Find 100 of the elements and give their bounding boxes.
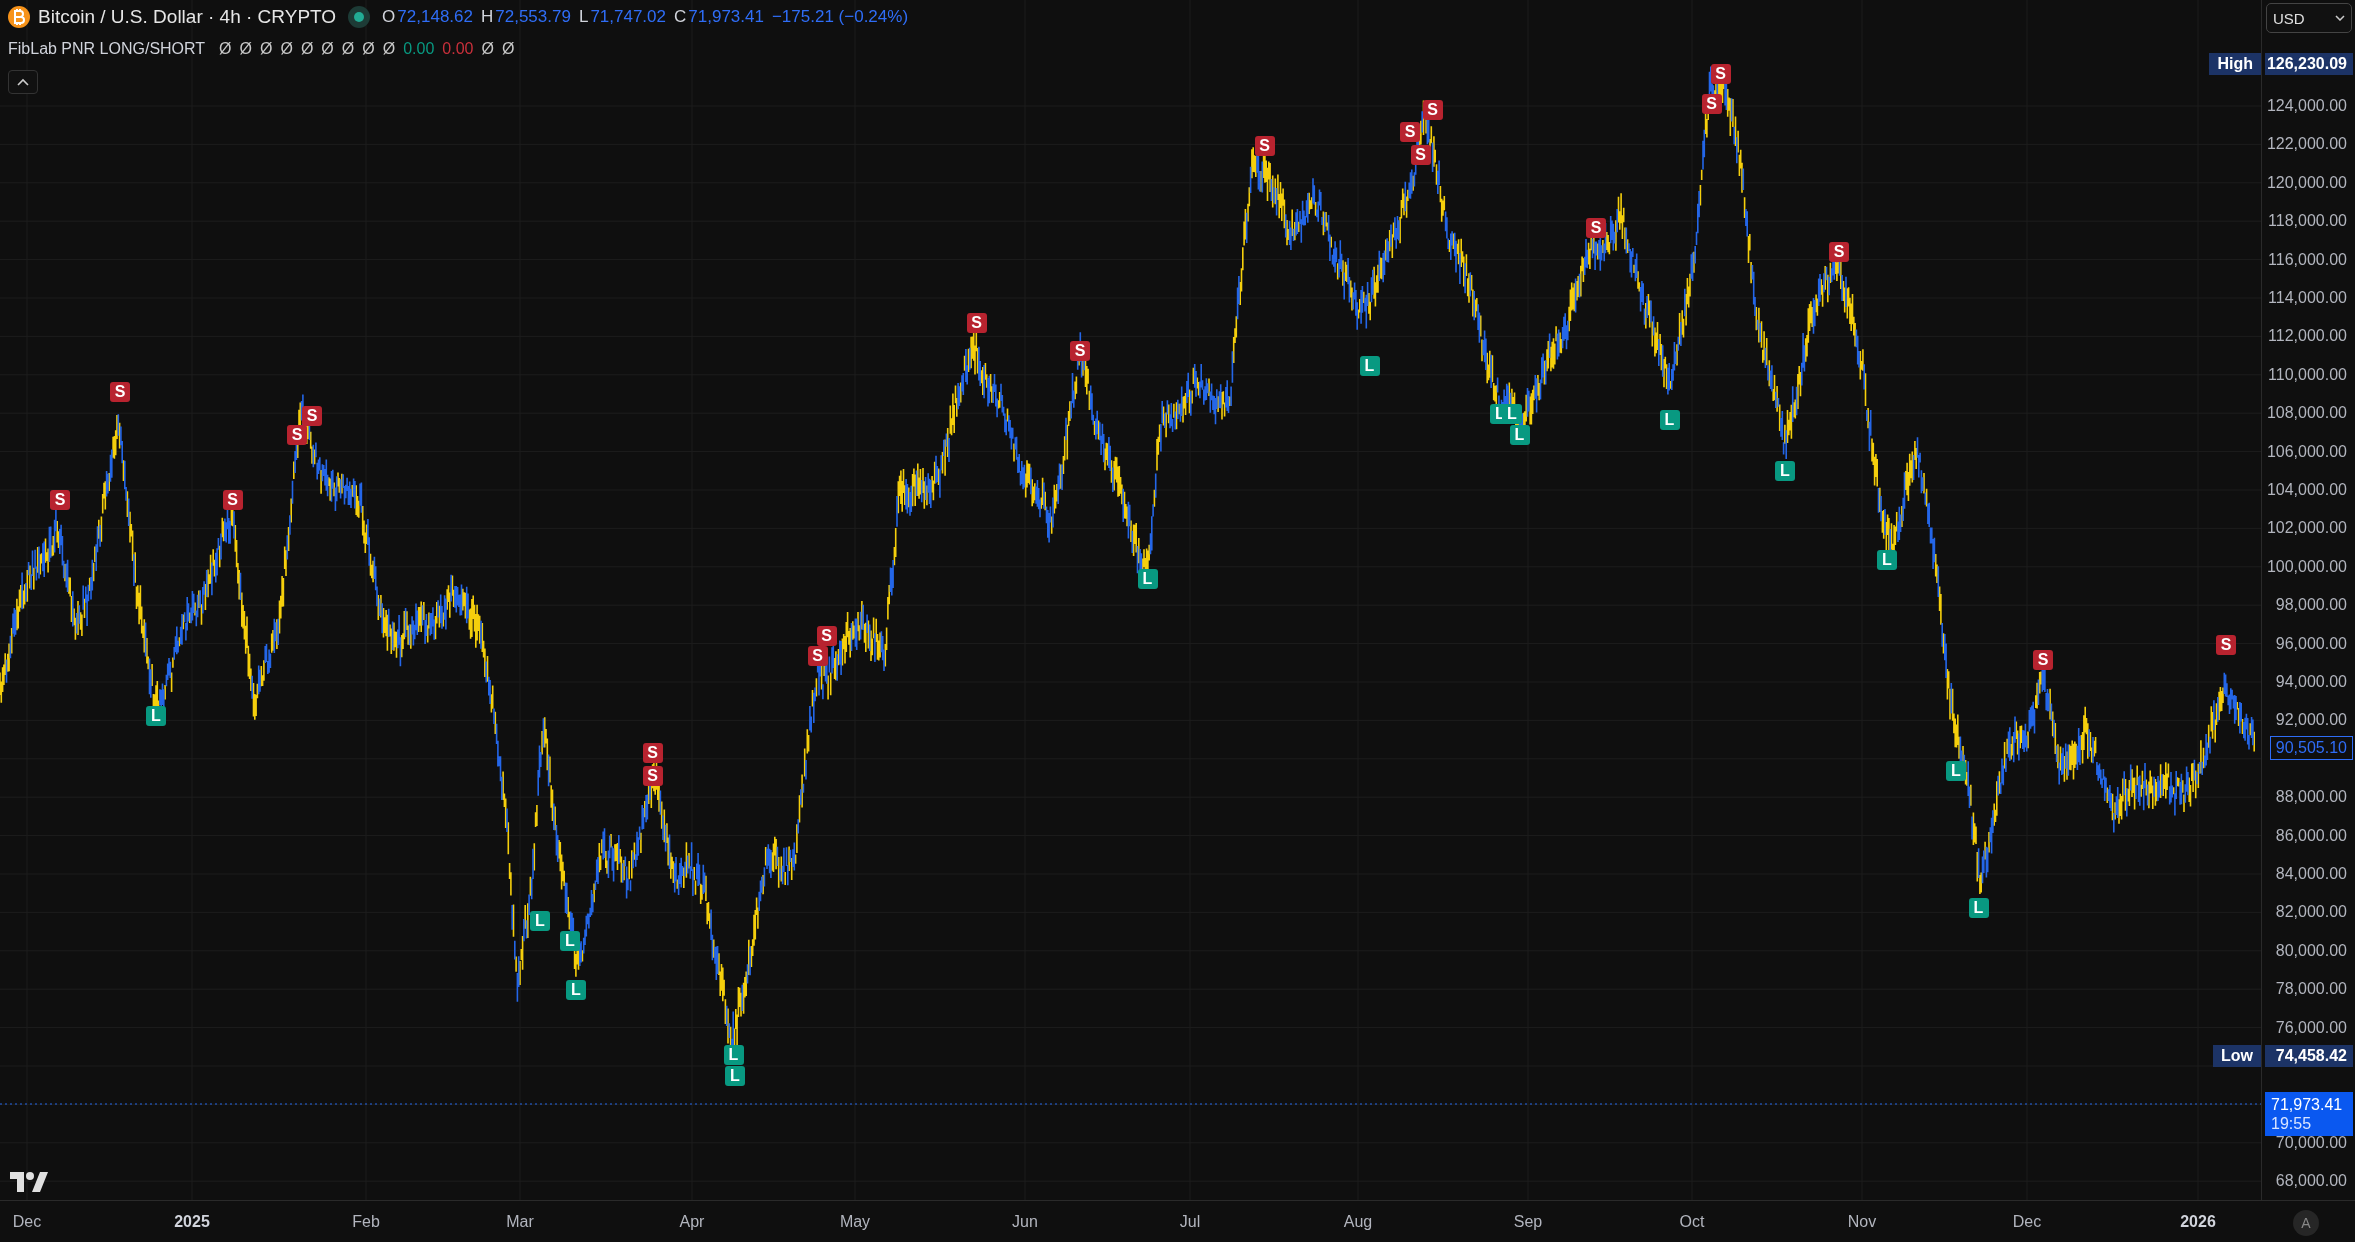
indicator-value: Ø	[219, 40, 232, 58]
ohlc-key: O	[382, 7, 396, 27]
ohlc-value: 72,148.62	[397, 7, 473, 27]
price-label-tag: High	[2209, 53, 2261, 75]
indicator-value: Ø	[481, 40, 494, 58]
bar-countdown: 19:55	[2271, 1114, 2313, 1133]
indicator-value: Ø	[300, 40, 314, 58]
price-axis-label: 100,000.00	[2266, 557, 2347, 576]
short-signal-marker: S	[1701, 93, 1722, 114]
bitcoin-logo-icon	[8, 6, 30, 28]
indicator-value: Ø	[321, 40, 334, 58]
ohlc-value: 71,973.41	[688, 7, 764, 27]
ohlc-value: 71,747.02	[590, 7, 666, 27]
price-axis-label: 94,000.00	[2275, 673, 2347, 691]
time-axis-label: Jul	[1179, 1213, 1201, 1231]
short-signal-marker: S	[1422, 99, 1443, 120]
time-axis-label: Dec	[2012, 1213, 2042, 1231]
time-axis-label: Feb	[352, 1213, 380, 1231]
time-axis-label: Sep	[1513, 1213, 1543, 1231]
currency-dropdown[interactable]: USD	[2266, 3, 2352, 33]
indicator-value: Ø	[260, 40, 273, 58]
time-axis-label: Dec	[12, 1213, 42, 1231]
price-axis-label: 80,000.00	[2275, 941, 2347, 960]
short-signal-marker: S	[1710, 63, 1731, 84]
price-value-tag: 126,230.09	[2265, 53, 2353, 75]
chevron-up-icon	[17, 78, 29, 86]
indicator-value: Ø	[341, 40, 355, 58]
long-signal-marker: L	[530, 911, 550, 931]
short-signal-marker: S	[1586, 218, 1606, 238]
long-signal-marker: L	[1137, 569, 1158, 589]
price-axis-label: 92,000.00	[2275, 711, 2347, 730]
price-axis-label: 98,000.00	[2275, 596, 2347, 615]
price-axis-label: 82,000.00	[2275, 903, 2347, 922]
indicator-name: FibLab PNR LONG/SHORT	[8, 40, 206, 58]
time-axis-label: Nov	[1847, 1213, 1877, 1231]
long-signal-marker: L	[725, 1065, 745, 1086]
time-axis-label: Oct	[1679, 1213, 1705, 1231]
time-axis-label: Aug	[1343, 1213, 1373, 1231]
indicator-value: Ø	[382, 40, 396, 58]
short-signal-marker: S	[1254, 135, 1275, 156]
price-axis-label: 84,000.00	[2275, 865, 2347, 883]
ohlc-value: 72,553.79	[495, 7, 571, 27]
indicator-value: 0.00	[403, 40, 435, 58]
long-signal-marker: L	[1509, 425, 1530, 445]
short-signal-marker: S	[966, 312, 987, 333]
logo-icon[interactable]	[10, 1172, 48, 1192]
short-signal-marker: S	[287, 425, 307, 445]
indicator-value: Ø	[280, 40, 293, 58]
time-axis-label: Mar	[506, 1213, 534, 1231]
short-signal-marker: S	[1070, 341, 1090, 361]
price-value-tag: 74,458.42	[2265, 1045, 2353, 1067]
price-axis-label: 118,000.00	[2268, 212, 2347, 231]
indicator-value: Ø	[239, 40, 252, 58]
price-axis-label: 70,000.00	[2275, 1133, 2347, 1152]
symbol-title: Bitcoin / U.S. Dollar · 4h · CRYPTO	[38, 6, 337, 28]
short-signal-marker: S	[2216, 635, 2236, 655]
short-signal-marker: S	[302, 405, 322, 426]
price-axis-label: 76,000.00	[2275, 1018, 2347, 1037]
price-axis-label: 68,000.00	[2275, 1172, 2347, 1191]
current-price: 71,973.41	[2271, 1095, 2344, 1114]
long-signal-marker: L	[1968, 897, 1989, 918]
price-axis-label: 106,000.00	[2266, 442, 2347, 461]
time-axis-label: 2025	[174, 1213, 210, 1231]
price-axis-label: 104,000.00	[2266, 481, 2347, 499]
long-signal-marker: L	[1502, 404, 1522, 424]
ohlc-key: H	[481, 7, 494, 27]
long-signal-marker: L	[723, 1044, 744, 1065]
short-signal-marker: S	[642, 743, 663, 763]
price-axis-label: 114,000.00	[2268, 289, 2347, 307]
time-axis-label: Apr	[679, 1213, 705, 1231]
long-signal-marker: L	[566, 980, 586, 1000]
price-axis-label: 78,000.00	[2275, 980, 2347, 999]
price-axis-label: 110,000.00	[2268, 365, 2347, 384]
price-axis-label: 112,000.00	[2268, 327, 2347, 346]
indicator-value: 0.00	[442, 40, 474, 58]
price-axis-label: 102,000.00	[2266, 519, 2347, 538]
short-signal-marker: S	[1829, 242, 1849, 262]
short-signal-marker: S	[1410, 144, 1431, 165]
time-axis-label: Jun	[1012, 1213, 1038, 1231]
time-axis-label: May	[839, 1213, 871, 1231]
auto-scale-button[interactable]: A	[2293, 1210, 2319, 1236]
last-price-tag: 90,505.10	[2269, 736, 2353, 760]
long-signal-marker: L	[1946, 761, 1966, 781]
collapse-button[interactable]	[8, 70, 38, 94]
short-signal-marker: S	[50, 489, 70, 510]
caret-icon	[2335, 15, 2345, 21]
long-signal-marker: L	[146, 705, 166, 726]
short-signal-marker: S	[222, 489, 243, 510]
long-signal-marker: L	[1359, 356, 1380, 376]
long-signal-marker: L	[560, 930, 580, 951]
price-axis-label: 86,000.00	[2275, 826, 2347, 845]
long-signal-marker: L	[1659, 410, 1680, 430]
price-axis-label: 116,000.00	[2268, 250, 2347, 269]
ohlc-key: L	[578, 7, 589, 27]
price-axis-label: 124,000.00	[2266, 97, 2347, 115]
price-axis-label: 122,000.00	[2266, 135, 2347, 154]
price-axis-label: 108,000.00	[2266, 404, 2347, 423]
short-signal-marker: S	[807, 645, 828, 666]
short-signal-marker: S	[2033, 650, 2053, 670]
short-signal-marker: S	[642, 765, 663, 786]
